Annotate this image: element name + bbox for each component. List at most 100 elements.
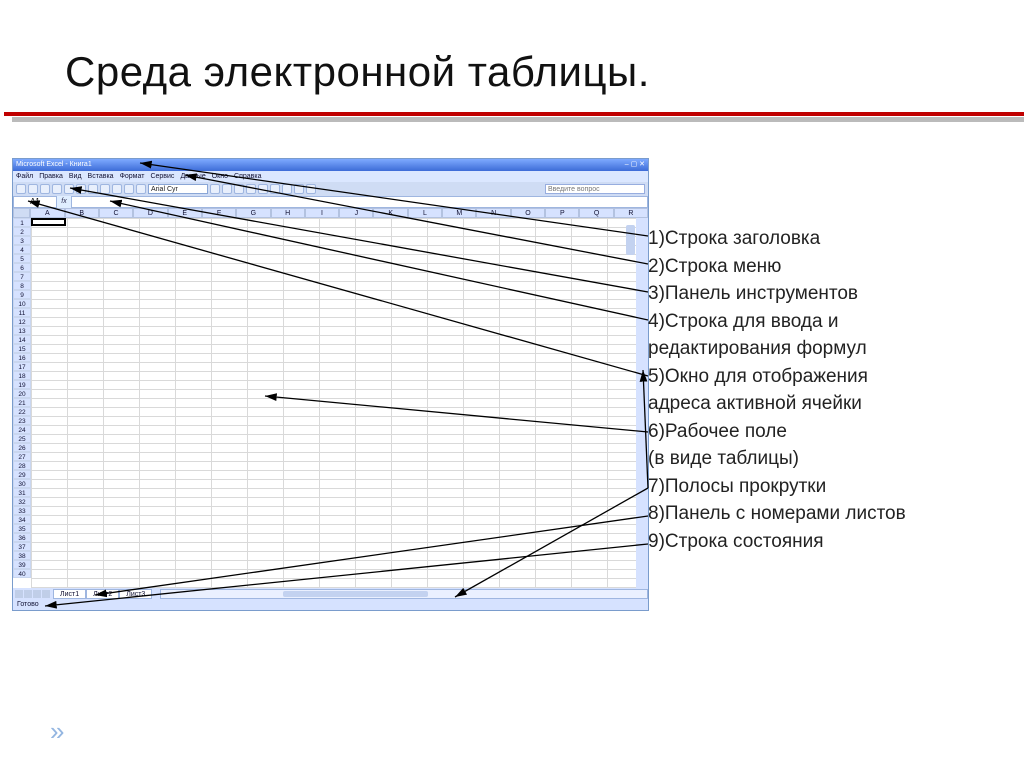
row-header[interactable]: 40	[13, 569, 31, 578]
tool-merge-icon[interactable]	[282, 184, 292, 194]
row-header[interactable]: 4	[13, 245, 31, 254]
column-header[interactable]: Q	[579, 208, 613, 218]
menu-item[interactable]: Сервис	[150, 171, 174, 182]
tool-redo-icon[interactable]	[112, 184, 122, 194]
tool-bold-icon[interactable]	[210, 184, 220, 194]
row-header[interactable]: 27	[13, 452, 31, 461]
menubar[interactable]: ФайлПравкаВидВставкаФорматСервисДанныеОк…	[13, 171, 648, 182]
row-header[interactable]: 15	[13, 344, 31, 353]
font-name-selector[interactable]: Arial Cyr	[148, 184, 208, 194]
row-header[interactable]: 10	[13, 299, 31, 308]
tool-currency-icon[interactable]	[294, 184, 304, 194]
tool-align-center-icon[interactable]	[258, 184, 268, 194]
row-header[interactable]: 20	[13, 389, 31, 398]
column-header[interactable]: H	[271, 208, 305, 218]
row-header[interactable]: 29	[13, 470, 31, 479]
column-header[interactable]: C	[99, 208, 133, 218]
tool-italic-icon[interactable]	[222, 184, 232, 194]
column-header[interactable]: A	[30, 208, 64, 218]
row-header[interactable]: 8	[13, 281, 31, 290]
column-header[interactable]: G	[236, 208, 270, 218]
row-header[interactable]: 23	[13, 416, 31, 425]
row-header[interactable]: 16	[13, 353, 31, 362]
tool-underline-icon[interactable]	[234, 184, 244, 194]
row-header[interactable]: 25	[13, 434, 31, 443]
formula-input[interactable]	[71, 196, 648, 208]
column-header[interactable]: K	[373, 208, 407, 218]
row-header[interactable]: 35	[13, 524, 31, 533]
menu-item[interactable]: Формат	[120, 171, 145, 182]
horizontal-scrollbar[interactable]	[160, 589, 648, 599]
active-cell[interactable]	[31, 218, 66, 226]
column-header[interactable]: D	[133, 208, 167, 218]
menu-item[interactable]: Справка	[234, 171, 261, 182]
row-header[interactable]: 38	[13, 551, 31, 560]
row-header[interactable]: 17	[13, 362, 31, 371]
row-header[interactable]: 13	[13, 326, 31, 335]
toolbar[interactable]: Arial Cyr Введите вопрос	[13, 182, 648, 196]
column-header[interactable]: P	[545, 208, 579, 218]
row-header[interactable]: 37	[13, 542, 31, 551]
menu-item[interactable]: Вставка	[88, 171, 114, 182]
row-header[interactable]: 28	[13, 461, 31, 470]
tool-chart-icon[interactable]	[136, 184, 146, 194]
row-header[interactable]: 11	[13, 308, 31, 317]
tool-paste-icon[interactable]	[88, 184, 98, 194]
tool-print-icon[interactable]	[52, 184, 62, 194]
select-all-corner[interactable]	[13, 208, 30, 218]
column-header[interactable]: M	[442, 208, 476, 218]
row-header[interactable]: 34	[13, 515, 31, 524]
row-header[interactable]: 1	[13, 218, 31, 227]
menu-item[interactable]: Данные	[180, 171, 205, 182]
row-header[interactable]: 33	[13, 506, 31, 515]
column-header[interactable]: E	[168, 208, 202, 218]
tool-align-left-icon[interactable]	[246, 184, 256, 194]
column-header[interactable]: N	[476, 208, 510, 218]
slide-nav-icon[interactable]: »	[50, 716, 64, 747]
column-header[interactable]: F	[202, 208, 236, 218]
row-headers[interactable]: 1234567891011121314151617181920212223242…	[13, 218, 31, 588]
row-header[interactable]: 36	[13, 533, 31, 542]
column-header[interactable]: R	[614, 208, 648, 218]
row-header[interactable]: 31	[13, 488, 31, 497]
row-header[interactable]: 3	[13, 236, 31, 245]
row-header[interactable]: 7	[13, 272, 31, 281]
row-header[interactable]: 22	[13, 407, 31, 416]
column-header[interactable]: L	[408, 208, 442, 218]
vertical-scroll-thumb[interactable]	[626, 225, 635, 255]
fx-icon[interactable]: fx	[57, 196, 71, 208]
tool-undo-icon[interactable]	[100, 184, 110, 194]
row-header[interactable]: 32	[13, 497, 31, 506]
worksheet-grid[interactable]	[31, 218, 648, 588]
column-header[interactable]: I	[305, 208, 339, 218]
tool-copy-icon[interactable]	[76, 184, 86, 194]
window-controls[interactable]: – ▢ ✕	[625, 159, 645, 171]
sheet-tab[interactable]: Лист1	[53, 589, 86, 599]
row-header[interactable]: 30	[13, 479, 31, 488]
tool-save-icon[interactable]	[40, 184, 50, 194]
name-box[interactable]: A1	[13, 196, 57, 208]
row-header[interactable]: 9	[13, 290, 31, 299]
row-header[interactable]: 19	[13, 380, 31, 389]
row-header[interactable]: 2	[13, 227, 31, 236]
tab-nav-buttons[interactable]	[13, 590, 53, 598]
row-header[interactable]: 39	[13, 560, 31, 569]
row-header[interactable]: 18	[13, 371, 31, 380]
menu-item[interactable]: Вид	[69, 171, 82, 182]
tool-align-right-icon[interactable]	[270, 184, 280, 194]
tool-cut-icon[interactable]	[64, 184, 74, 194]
column-header[interactable]: O	[511, 208, 545, 218]
tool-percent-icon[interactable]	[306, 184, 316, 194]
tool-sort-icon[interactable]	[124, 184, 134, 194]
menu-item[interactable]: Окно	[212, 171, 228, 182]
row-header[interactable]: 21	[13, 398, 31, 407]
sheet-tab[interactable]: Лист3	[119, 589, 152, 599]
row-header[interactable]: 24	[13, 425, 31, 434]
column-header[interactable]: J	[339, 208, 373, 218]
tool-new-icon[interactable]	[16, 184, 26, 194]
row-header[interactable]: 14	[13, 335, 31, 344]
row-header[interactable]: 12	[13, 317, 31, 326]
menu-item[interactable]: Правка	[39, 171, 63, 182]
sheet-tab[interactable]: Лист2	[86, 589, 119, 599]
row-header[interactable]: 26	[13, 443, 31, 452]
